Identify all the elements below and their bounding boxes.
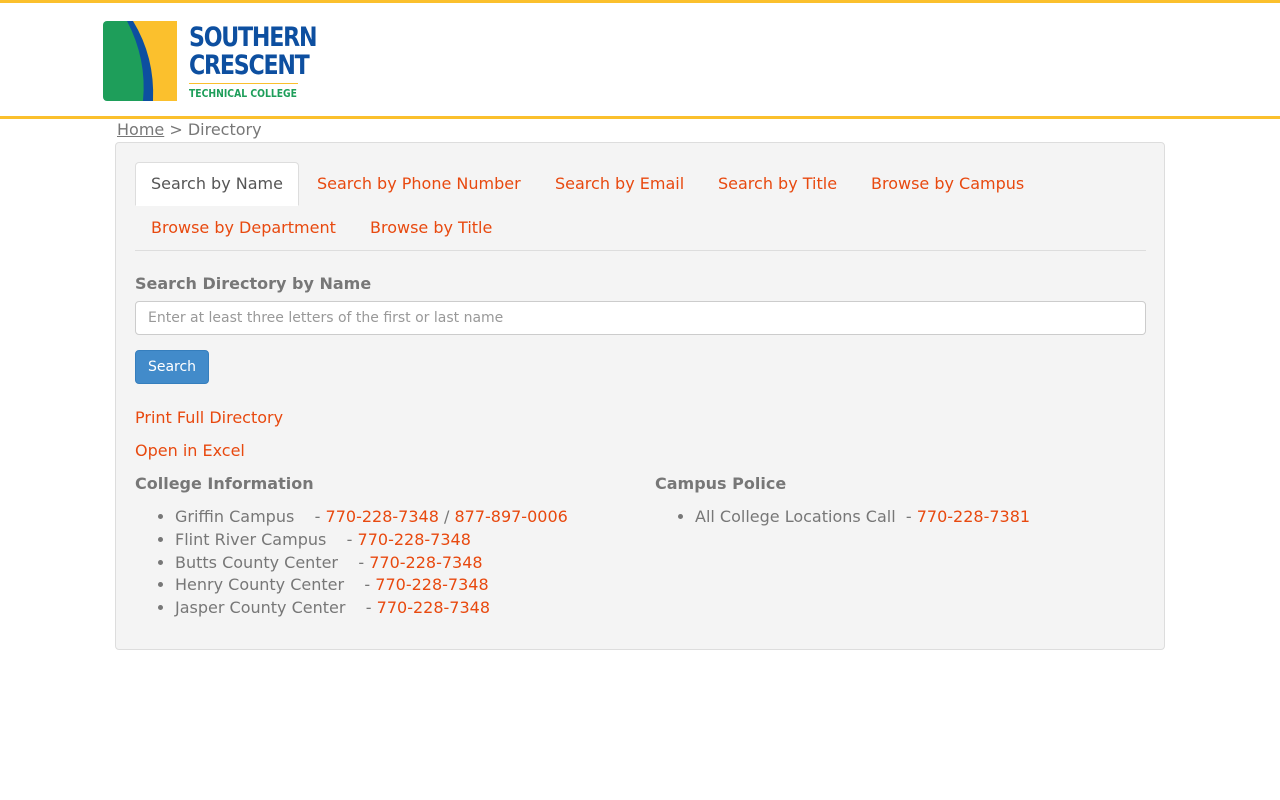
separator: - xyxy=(314,507,321,526)
search-button[interactable]: Search xyxy=(135,350,209,384)
list-item: Henry County Center - 770-228-7348 xyxy=(158,575,568,598)
directory-panel: Search by Name Search by Phone Number Se… xyxy=(115,142,1165,650)
phone-link[interactable]: 770-228-7348 xyxy=(358,530,471,549)
location-name: Henry County Center xyxy=(175,575,345,595)
phone-link[interactable]: 770-228-7348 xyxy=(369,553,482,572)
tab-browse-by-title[interactable]: Browse by Title xyxy=(354,206,508,250)
logo-line-southern: SOUTHERN xyxy=(189,22,317,53)
logo-rule xyxy=(189,83,298,84)
phone-link[interactable]: 770-228-7348 xyxy=(377,598,490,617)
breadcrumb: Home > Directory xyxy=(117,120,262,140)
tab-search-by-title[interactable]: Search by Title xyxy=(702,162,853,206)
name-search-input[interactable] xyxy=(135,301,1146,335)
location-name: Flint River Campus xyxy=(175,529,327,549)
breadcrumb-current: Directory xyxy=(187,120,262,139)
separator: - xyxy=(365,598,372,617)
list-item: Butts County Center - 770-228-7348 xyxy=(158,552,568,576)
list-item: Griffin Campus - 770-228-7348 / 877-897-… xyxy=(158,507,568,530)
phone-link[interactable]: 770-228-7348 xyxy=(326,507,439,526)
phone-link[interactable]: 770-228-7381 xyxy=(917,507,1030,526)
separator: - xyxy=(905,507,912,526)
search-heading: Search Directory by Name xyxy=(135,274,372,293)
tab-search-by-name[interactable]: Search by Name xyxy=(135,162,299,206)
separator: - xyxy=(364,575,371,595)
college-information-heading: College Information xyxy=(135,474,314,493)
slash-separator: / xyxy=(443,507,450,526)
campus-police-list: All College Locations Call - 770-228-738… xyxy=(677,507,1030,530)
phone-link-secondary[interactable]: 877-897-0006 xyxy=(454,507,567,526)
breadcrumb-home-link[interactable]: Home xyxy=(117,120,164,139)
header-bottom-line xyxy=(0,116,1280,119)
print-full-directory-link[interactable]: Print Full Directory xyxy=(135,408,283,427)
logo-mark-icon xyxy=(103,21,177,101)
campus-police-heading: Campus Police xyxy=(655,474,787,493)
tab-search-by-email[interactable]: Search by Email xyxy=(539,162,700,206)
location-name: Griffin Campus xyxy=(175,507,295,526)
location-name: Butts County Center xyxy=(175,552,339,572)
logo-line-crescent: CRESCENT xyxy=(189,50,310,81)
open-in-excel-link[interactable]: Open in Excel xyxy=(135,441,245,460)
tab-browse-by-campus[interactable]: Browse by Campus xyxy=(855,162,1040,206)
list-item: All College Locations Call - 770-228-738… xyxy=(677,507,1030,530)
location-name: All College Locations Call xyxy=(695,507,896,526)
list-item: Flint River Campus - 770-228-7348 xyxy=(158,529,568,553)
directory-tabs: Search by Name Search by Phone Number Se… xyxy=(135,162,1146,251)
tab-browse-by-department[interactable]: Browse by Department xyxy=(135,206,352,250)
college-logo[interactable]: SOUTHERN CRESCENT TECHNICAL COLLEGE xyxy=(103,21,317,105)
tab-search-by-phone-number[interactable]: Search by Phone Number xyxy=(301,162,537,206)
college-information-list: Griffin Campus - 770-228-7348 / 877-897-… xyxy=(158,507,568,621)
separator: - xyxy=(346,529,353,549)
separator: - xyxy=(358,552,365,572)
list-item: Jasper County Center - 770-228-7348 xyxy=(158,598,568,621)
logo-line-technical-college: TECHNICAL COLLEGE xyxy=(189,87,297,100)
breadcrumb-separator: > xyxy=(169,120,183,139)
site-header: SOUTHERN CRESCENT TECHNICAL COLLEGE xyxy=(0,3,1280,117)
phone-link[interactable]: 770-228-7348 xyxy=(375,575,488,594)
location-name: Jasper County Center xyxy=(175,598,346,617)
